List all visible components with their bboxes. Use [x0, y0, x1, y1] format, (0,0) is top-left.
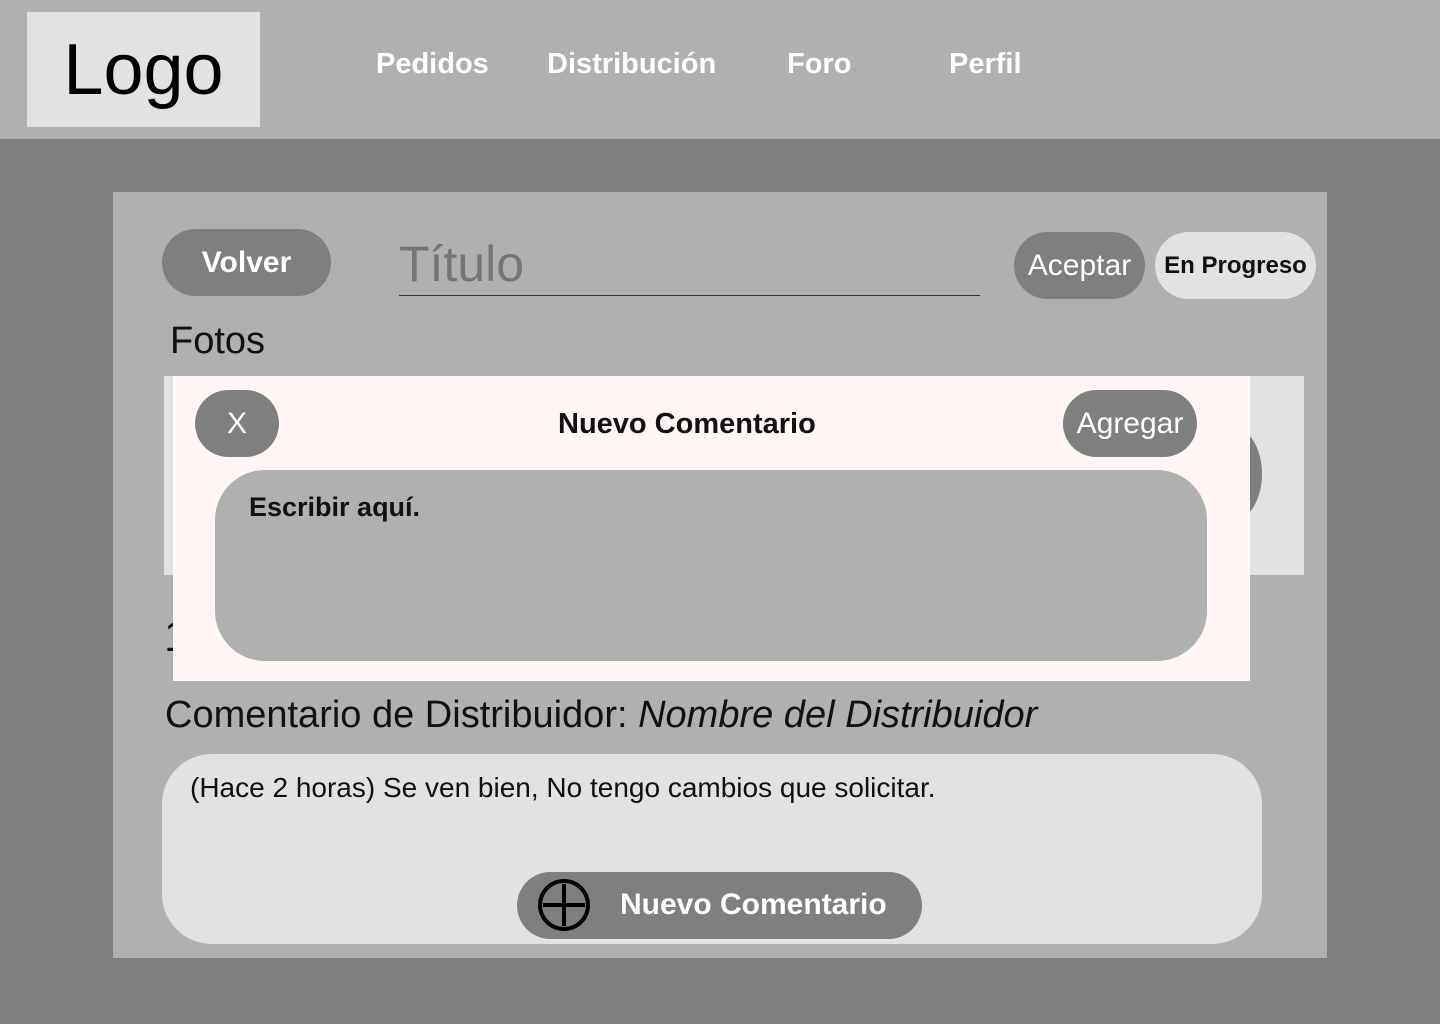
title-input[interactable]	[399, 232, 980, 296]
logo[interactable]: Logo	[27, 12, 260, 127]
comment-textarea[interactable]	[215, 470, 1207, 661]
accept-button[interactable]: Aceptar	[1014, 232, 1145, 299]
plus-circle-icon[interactable]	[537, 878, 591, 932]
top-nav-bar: Logo Pedidos Distribución Foro Perfil	[0, 0, 1440, 139]
nav-item-pedidos[interactable]: Pedidos	[376, 48, 489, 81]
close-modal-button[interactable]: X	[195, 390, 279, 457]
add-comment-button[interactable]: Agregar	[1063, 390, 1197, 457]
nav-item-distribucion[interactable]: Distribución	[547, 48, 716, 81]
nav-item-perfil[interactable]: Perfil	[949, 48, 1022, 81]
distributor-comment-heading: Comentario de Distribuidor: Nombre del D…	[165, 694, 1037, 737]
comment-text: (Hace 2 horas) Se ven bien, No tengo cam…	[190, 772, 936, 803]
nav-item-foro[interactable]: Foro	[787, 48, 851, 81]
modal-title: Nuevo Comentario	[558, 408, 816, 440]
distributor-name: Nombre del Distribuidor	[638, 694, 1038, 736]
photos-label: Fotos	[170, 320, 266, 362]
new-comment-button-label: Nuevo Comentario	[620, 888, 887, 921]
distributor-comment-label: Comentario de Distribuidor:	[165, 694, 628, 736]
status-badge[interactable]: En Progreso	[1155, 232, 1316, 299]
back-button[interactable]: Volver	[162, 229, 331, 296]
